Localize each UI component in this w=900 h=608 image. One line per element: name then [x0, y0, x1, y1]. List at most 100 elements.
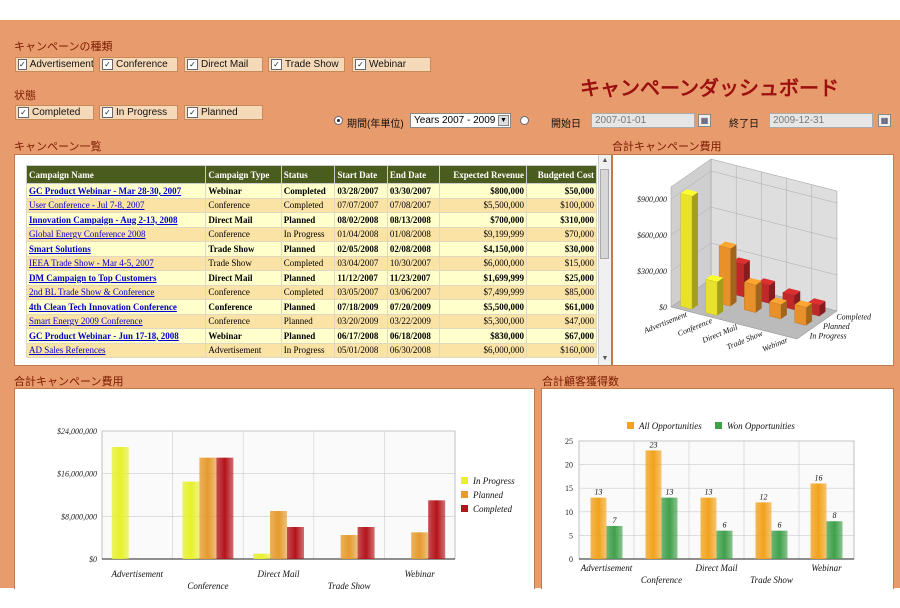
bar-side [755, 280, 762, 313]
column-header[interactable]: Campaign Type [205, 165, 282, 184]
period-radio[interactable] [334, 116, 343, 125]
checkbox-advertisement[interactable]: ✓ Advertisement [15, 57, 94, 72]
x-tick-label: Conference [641, 575, 682, 585]
table-cell: 03/20/2009 [334, 313, 388, 329]
campaign-link[interactable]: 4th Clean Tech Innovation Conference [29, 302, 177, 312]
checkbox-in-progress[interactable]: ✓ In Progress [99, 105, 178, 120]
campaign-name-cell[interactable]: AD Sales References [26, 342, 207, 358]
campaign-name-cell[interactable]: Global Energy Conference 2008 [26, 226, 207, 242]
campaign-link[interactable]: IEEA Trade Show - Mar 4-5, 2007 [29, 258, 154, 268]
table-cell: $15,000 [525, 255, 597, 271]
scroll-thumb[interactable] [600, 169, 609, 259]
table-cell: $9,199,999 [439, 226, 527, 242]
checkbox-planned[interactable]: ✓ Planned [184, 105, 263, 120]
table-cell: $5,300,000 [439, 313, 527, 329]
campaign-link[interactable]: Innovation Campaign - Aug 2-13, 2008 [29, 215, 178, 225]
table-row[interactable]: 2nd BL Trade Show & Conference Conference… [26, 284, 597, 300]
table-cell: $830,000 [439, 328, 527, 344]
campaign-name-cell[interactable]: User Conference - Jul 7-8, 2007 [26, 197, 207, 213]
bar-completed [287, 527, 304, 559]
start-date-input[interactable]: 2007-01-01 [591, 113, 695, 128]
campaign-name-cell[interactable]: DM Campaign to Top Customers [26, 270, 207, 286]
table-row[interactable]: Smart Solutions Trade Show Planned 02/05/20… [26, 241, 597, 257]
table-row[interactable]: AD Sales References Advertisement In Progr… [26, 342, 597, 358]
table-body: GC Product Webinar - Mar 28-30, 2007 Webi… [26, 183, 597, 358]
campaign-name-cell[interactable]: IEEA Trade Show - Mar 4-5, 2007 [26, 255, 207, 271]
table-cell: 02/05/2008 [334, 241, 388, 257]
campaign-link[interactable]: GC Product Webinar - Jun 17-18, 2008 [29, 331, 179, 341]
period-select[interactable]: Years 2007 - 2009 ▼ [410, 113, 511, 128]
table-cell: 01/04/2008 [334, 226, 388, 242]
column-header[interactable]: Budgeted Cost [525, 165, 597, 184]
table-cell: 02/08/2008 [386, 241, 441, 257]
table-cell: Planned [280, 212, 336, 228]
table-cell: $6,000,000 [439, 342, 527, 358]
campaign-link[interactable]: Global Energy Conference 2008 [29, 229, 146, 239]
table-row[interactable]: GC Product Webinar - Mar 28-30, 2007 Webi… [26, 183, 597, 199]
campaign-name-cell[interactable]: Smart Energy 2009 Conference [26, 313, 207, 329]
calendar-icon[interactable]: ▦ [878, 114, 891, 127]
column-header[interactable]: End Date [386, 165, 441, 184]
date-range-radio[interactable] [520, 116, 529, 125]
checkbox-trade-show[interactable]: ✓ Trade Show [268, 57, 345, 72]
campaign-name-cell[interactable]: 2nd BL Trade Show & Conference [26, 284, 207, 300]
bar-all-opportunities [755, 502, 772, 559]
campaign-link[interactable]: GC Product Webinar - Mar 28-30, 2007 [29, 186, 181, 196]
data-label: 12 [760, 492, 768, 501]
table-row[interactable]: Global Energy Conference 2008 Conference I… [26, 226, 597, 242]
campaign-table: Campaign Name Campaign Type Status Start Da… [26, 165, 597, 358]
campaign-name-cell[interactable]: GC Product Webinar - Mar 28-30, 2007 [26, 183, 207, 199]
data-label: 13 [705, 488, 713, 497]
table-row[interactable]: IEEA Trade Show - Mar 4-5, 2007 Trade Sho… [26, 255, 597, 271]
column-header[interactable]: Expected Revenue [439, 165, 527, 184]
table-row[interactable]: User Conference - Jul 7-8, 2007 Conferenc… [26, 197, 597, 213]
campaign-link[interactable]: Smart Energy 2009 Conference [29, 316, 143, 326]
campaign-name-cell[interactable]: GC Product Webinar - Jun 17-18, 2008 [26, 328, 207, 344]
bar-side [730, 244, 737, 307]
table-cell: Planned [280, 299, 336, 315]
end-date-input[interactable]: 2009-12-31 [769, 113, 873, 128]
column-header[interactable]: Start Date [334, 165, 388, 184]
table-cell: $5,500,000 [439, 299, 527, 315]
table-row[interactable]: Innovation Campaign - Aug 2-13, 2008 Dire… [26, 212, 597, 228]
table-cell: $800,000 [439, 183, 527, 199]
table-row[interactable]: 4th Clean Tech Innovation Conference Conf… [26, 299, 597, 315]
campaign-name-cell[interactable]: Smart Solutions [26, 241, 207, 257]
checkbox-direct-mail[interactable]: ✓ Direct Mail [184, 57, 263, 72]
y-tick-label: 25 [565, 437, 573, 446]
check-icon: ✓ [355, 59, 366, 70]
data-label: 6 [723, 521, 727, 530]
checkbox-label: Trade Show [285, 59, 339, 70]
campaign-link[interactable]: 2nd BL Trade Show & Conference [29, 287, 154, 297]
campaign-link[interactable]: User Conference - Jul 7-8, 2007 [29, 200, 144, 210]
legend-swatch [627, 422, 634, 429]
campaign-link[interactable]: AD Sales References [29, 345, 105, 355]
table-row[interactable]: GC Product Webinar - Jun 17-18, 2008 Webi… [26, 328, 597, 344]
vertical-scrollbar[interactable]: ▲ ▼ [598, 155, 611, 365]
table-row[interactable]: DM Campaign to Top Customers Direct Mail P… [26, 270, 597, 286]
calendar-icon[interactable]: ▦ [698, 114, 711, 127]
x-tick-label: Webinar [811, 563, 842, 573]
column-header[interactable]: Campaign Name [26, 165, 207, 184]
checkbox-conference[interactable]: ✓ Conference [99, 57, 178, 72]
data-label: 23 [650, 440, 658, 449]
column-header[interactable]: Status [280, 165, 336, 184]
legend-label: Completed [473, 504, 512, 514]
data-label: 13 [666, 488, 674, 497]
table-cell: 08/02/2008 [334, 212, 388, 228]
y-tick-label: $0 [659, 303, 667, 312]
checkbox-completed[interactable]: ✓ Completed [15, 105, 94, 120]
table-cell: $5,500,000 [439, 197, 527, 213]
scroll-up-icon[interactable]: ▲ [599, 155, 611, 167]
campaign-link[interactable]: DM Campaign to Top Customers [29, 273, 157, 283]
scroll-down-icon[interactable]: ▼ [599, 353, 611, 365]
campaign-name-cell[interactable]: Innovation Campaign - Aug 2-13, 2008 [26, 212, 207, 228]
campaign-link[interactable]: Smart Solutions [29, 244, 91, 254]
checkbox-webinar[interactable]: ✓ Webinar [352, 57, 431, 72]
campaign-name-cell[interactable]: 4th Clean Tech Innovation Conference [26, 299, 207, 315]
x-tick-label: Trade Show [750, 575, 793, 585]
table-row[interactable]: Smart Energy 2009 Conference Conference Pl… [26, 313, 597, 329]
table-cell: $100,000 [525, 197, 597, 213]
table-cell: 06/18/2008 [386, 328, 441, 344]
legend-label: All Opportunities [638, 421, 702, 431]
